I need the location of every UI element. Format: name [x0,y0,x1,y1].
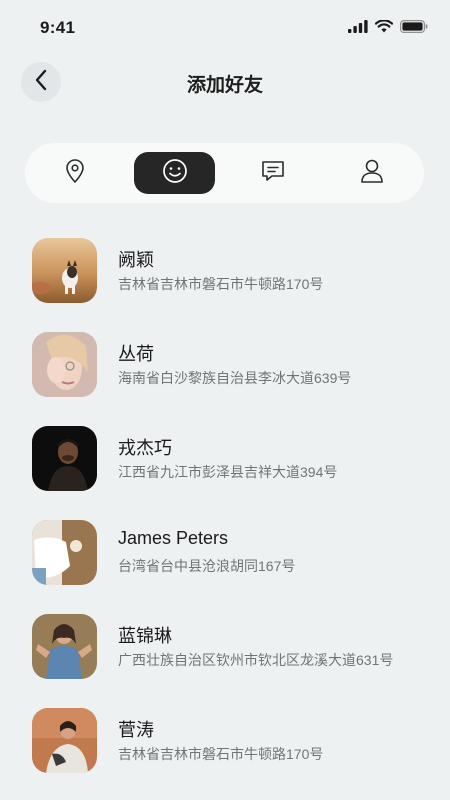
tab-bar [25,143,424,203]
friend-address: 台湾省台中县沧浪胡同167号 [118,558,296,574]
avatar [32,708,97,773]
friend-name: 阙颖 [118,250,154,270]
friend-name: 菅涛 [118,720,154,740]
status-bar: 9:41 [0,0,450,56]
page-title: 添加好友 [186,75,263,96]
signal-icon [348,20,368,38]
friend-address: 江西省九江市彭泽县吉祥大道394号 [118,464,338,480]
friend-name: 戎杰巧 [118,438,172,458]
smiley-face-icon [162,158,188,189]
tab-friends[interactable] [134,152,215,194]
friend-address: 海南省白沙黎族自治县李冰大道639号 [118,370,352,386]
avatar [32,426,97,491]
tab-messages[interactable] [250,152,296,194]
list-item[interactable]: 丛荷 海南省白沙黎族自治县李冰大道639号 [0,324,450,404]
friend-address: 广西壮族自治区钦州市钦北区龙溪大道631号 [118,652,394,668]
list-item[interactable]: James Peters 台湾省台中县沧浪胡同167号 [0,512,450,592]
avatar [32,520,97,585]
avatar [32,238,97,303]
location-pin-icon [64,158,86,189]
list-item[interactable]: 菅涛 吉林省吉林市磐石市牛顿路170号 [0,700,450,780]
battery-icon [400,20,428,38]
wifi-icon [374,19,394,38]
status-icons [348,19,428,38]
list-item[interactable]: 戎杰巧 江西省九江市彭泽县吉祥大道394号 [0,418,450,498]
friend-name: 蓝锦琳 [118,626,172,646]
list-item[interactable]: 蓝锦琳 广西壮族自治区钦州市钦北区龙溪大道631号 [0,606,450,686]
tab-profile[interactable] [349,152,395,194]
avatar [32,614,97,679]
friend-name: James Peters [118,528,229,548]
friend-name: 丛荷 [118,344,154,364]
list-item[interactable]: 阙颖 吉林省吉林市磐石市牛顿路170号 [0,230,450,310]
tab-location[interactable] [52,152,98,194]
nav-header: 添加好友 [0,56,450,108]
status-time: 9:41 [40,18,76,37]
friend-address: 吉林省吉林市磐石市牛顿路170号 [118,276,324,292]
avatar [32,332,97,397]
user-icon [360,158,384,189]
friend-address: 吉林省吉林市磐石市牛顿路170号 [118,746,324,762]
message-icon [260,159,286,188]
